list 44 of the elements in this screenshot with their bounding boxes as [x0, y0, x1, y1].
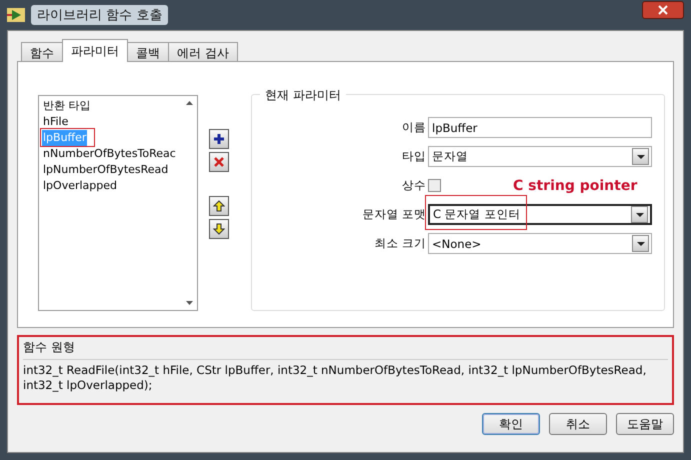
app-icon [7, 8, 25, 22]
tab[interactable]: 함수 [21, 42, 63, 62]
close-button[interactable] [642, 1, 684, 19]
tab[interactable]: 에러 검사 [168, 42, 238, 62]
close-icon [658, 5, 668, 15]
field-label: 상수 [402, 178, 426, 193]
caret-icon [636, 212, 644, 216]
name-field[interactable]: lpBuffer [428, 117, 652, 138]
plus-icon [213, 133, 225, 145]
add-button[interactable] [209, 129, 229, 149]
caret-icon [636, 154, 644, 158]
caret-icon [636, 242, 644, 246]
move-down-button[interactable] [209, 219, 229, 239]
list-item[interactable]: nNumberOfBytesToReac [42, 146, 177, 162]
arrow-up-icon [213, 200, 225, 212]
delete-button[interactable] [209, 152, 229, 172]
scroll-down-icon [186, 301, 193, 305]
list-item[interactable]: lpNumberOfBytesRead [42, 162, 170, 178]
move-up-button[interactable] [209, 196, 229, 216]
tab[interactable]: 파라미터 [62, 39, 128, 62]
scroll-up-icon [186, 101, 193, 105]
dialog-button[interactable]: 확인 [482, 413, 540, 435]
field-label: 문자열 포맷 [362, 207, 426, 222]
group-title: 현재 파라미터 [260, 87, 346, 104]
annotation-text: C string pointer [513, 178, 638, 194]
dropdown[interactable]: C 문자열 포인터 [428, 204, 652, 225]
dialog-button[interactable]: 취소 [549, 413, 607, 435]
field-label: 이름 [402, 120, 426, 135]
dialog-button[interactable]: 도움말 [616, 413, 674, 435]
annotation-box [40, 128, 95, 147]
window-title: 라이브러리 함수 호출 [31, 5, 168, 25]
close-icon [213, 156, 225, 168]
field-label: 최소 크기 [374, 236, 426, 251]
dropdown[interactable]: 문자열 [428, 146, 652, 167]
arrow-down-icon [213, 223, 225, 235]
list-item[interactable]: lpOverlapped [42, 178, 118, 194]
prototype-text: int32_t ReadFile(int32_t hFile, CStr lpBuffer, int32_t nNumberOfBytesToRead, int32_t lpNumberOfBytesRead, int32_t lpOverlapped); [23, 362, 648, 393]
dropdown[interactable]: <None> [428, 233, 652, 254]
list-item[interactable]: hFile [42, 114, 70, 130]
checkbox[interactable] [428, 179, 441, 192]
list-item[interactable]: 반환 타입 [42, 98, 92, 114]
tab[interactable]: 콜백 [127, 42, 169, 62]
field-label: 타입 [402, 149, 426, 164]
prototype-title: 함수 원형 [23, 339, 668, 360]
